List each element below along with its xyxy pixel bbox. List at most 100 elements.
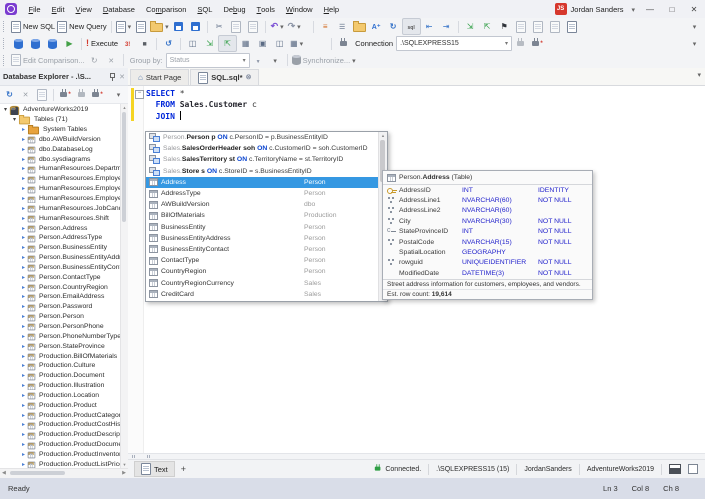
- scroll-down-icon[interactable]: ▼: [121, 462, 128, 467]
- new-query-button[interactable]: New Query: [56, 19, 108, 34]
- table-suggestion-item[interactable]: CountryRegionPerson: [146, 266, 387, 277]
- scrollbar-thumb[interactable]: [122, 112, 126, 222]
- new-window-button[interactable]: [564, 19, 581, 34]
- clear-bookmarks-button[interactable]: [547, 19, 564, 34]
- execute-button[interactable]: Execute: [85, 36, 119, 51]
- toolbar-drag-handle[interactable]: [3, 38, 6, 49]
- copy-button[interactable]: [228, 19, 245, 34]
- disconnect-button[interactable]: [512, 36, 529, 51]
- menu-item[interactable]: View: [70, 0, 97, 18]
- tree-expander-icon[interactable]: [20, 156, 27, 163]
- tree-expander-icon[interactable]: [20, 225, 27, 232]
- tree-item[interactable]: Person.PhoneNumberType: [0, 331, 128, 341]
- new-document-button[interactable]: [115, 19, 133, 34]
- tree-expander-icon[interactable]: [20, 274, 27, 281]
- redo-button[interactable]: [286, 19, 303, 34]
- tree-item[interactable]: Production.ProductCategory: [0, 410, 128, 420]
- tree-item[interactable]: Person.BusinessEntityContact: [0, 263, 128, 273]
- tree-expander-icon[interactable]: [20, 372, 27, 379]
- filter-options-button[interactable]: [267, 53, 284, 68]
- explorer-refresh-button[interactable]: [2, 88, 17, 101]
- chart-button[interactable]: [254, 36, 271, 51]
- sql-formatting-button[interactable]: [402, 18, 421, 35]
- tree-item[interactable]: Person.BusinessEntity: [0, 243, 128, 253]
- query-history-button[interactable]: [160, 36, 177, 51]
- cancel-comparison-button[interactable]: [103, 53, 120, 68]
- filter-button[interactable]: [250, 53, 267, 68]
- tree-expander-icon[interactable]: [20, 215, 27, 222]
- prev-bookmark-button[interactable]: [530, 19, 547, 34]
- user-avatar[interactable]: JS: [555, 3, 567, 15]
- pin-icon[interactable]: [108, 72, 116, 81]
- tab-list-caret-icon[interactable]: [697, 72, 701, 79]
- toolbar-drag-handle[interactable]: [3, 21, 6, 32]
- tree-expander-icon[interactable]: [20, 451, 27, 458]
- code-editor[interactable]: − SELECT * FROM Sales.Customer c JOIN Pe…: [128, 86, 705, 453]
- tree-item[interactable]: Person.CountryRegion: [0, 282, 128, 292]
- explorer-horizontal-scrollbar[interactable]: ◀ ▶: [0, 468, 128, 478]
- table-suggestion-item[interactable]: AddressTypePerson: [146, 188, 387, 199]
- database-sync-button[interactable]: [44, 36, 61, 51]
- tree-item[interactable]: Production.ProductListPriceHistory: [0, 459, 128, 468]
- explorer-delete-button[interactable]: [18, 88, 33, 101]
- tree-expander-icon[interactable]: [20, 382, 27, 389]
- tree-item[interactable]: HumanResources.JobCandidate: [0, 203, 128, 213]
- full-view-toggle[interactable]: [688, 460, 705, 478]
- menu-item[interactable]: SQL: [192, 0, 218, 18]
- maximize-button[interactable]: □: [661, 0, 683, 18]
- new-sql-button[interactable]: New SQL: [10, 19, 56, 34]
- pivot-table-button[interactable]: [237, 36, 254, 51]
- close-button[interactable]: ✕: [683, 0, 705, 18]
- server-name[interactable]: .\SQLEXPRESS15 (15): [429, 460, 516, 478]
- tree-item[interactable]: Production.Location: [0, 390, 128, 400]
- tree-item[interactable]: Person.ContactType: [0, 272, 128, 282]
- menu-item[interactable]: Tools: [251, 0, 280, 18]
- menu-item[interactable]: Database: [97, 0, 140, 18]
- tree-item[interactable]: HumanResources.Shift: [0, 213, 128, 223]
- tree-expander-icon[interactable]: [20, 234, 27, 241]
- tree-item[interactable]: Person.AddressType: [0, 233, 128, 243]
- join-suggestion-item[interactable]: Person.Person p ON c.PersonID = p.Busine…: [146, 132, 387, 143]
- text-view-tab[interactable]: Text: [134, 461, 175, 477]
- scroll-up-icon[interactable]: ▲: [379, 133, 387, 138]
- stop-button[interactable]: [136, 36, 153, 51]
- export-data-button[interactable]: [462, 19, 479, 34]
- toolbar-drag-handle[interactable]: [3, 55, 6, 66]
- commit-button[interactable]: [10, 36, 27, 51]
- close-panel-icon[interactable]: [119, 72, 125, 81]
- tab-start-page[interactable]: Start Page: [130, 69, 189, 85]
- table-suggestion-item[interactable]: BusinessEntityContactPerson: [146, 244, 387, 255]
- uppercase-button[interactable]: [368, 19, 385, 34]
- tree-item[interactable]: dbo.sysdiagrams: [0, 154, 128, 164]
- tree-expander-icon[interactable]: [20, 284, 27, 291]
- tree-expander-icon[interactable]: [20, 323, 27, 330]
- tree-item[interactable]: HumanResources.Department: [0, 164, 128, 174]
- window-layout-button[interactable]: [288, 36, 305, 51]
- table-suggestion-item[interactable]: BillOfMaterialsProduction: [146, 210, 387, 221]
- fold-marker-icon[interactable]: −: [135, 90, 144, 99]
- tree-item[interactable]: Production.Product: [0, 400, 128, 410]
- synchronize-button[interactable]: Synchronize...: [291, 53, 357, 68]
- tree-expander-icon[interactable]: [20, 254, 27, 261]
- snippets-button[interactable]: [351, 19, 368, 34]
- table-suggestion-item[interactable]: CountryRegionCurrencySales: [146, 277, 387, 288]
- menu-item[interactable]: Debug: [218, 0, 251, 18]
- tree-item[interactable]: AdventureWorks2019: [0, 105, 128, 115]
- menu-item[interactable]: Window: [280, 0, 318, 18]
- undo-button[interactable]: [269, 19, 286, 34]
- user-name[interactable]: Jordan Sanders: [571, 5, 624, 14]
- join-suggestion-item[interactable]: Sales.Store s ON c.StoreID = s.BusinessE…: [146, 166, 387, 177]
- tree-item[interactable]: Production.BillOfMaterials: [0, 351, 128, 361]
- save-all-button[interactable]: [187, 19, 204, 34]
- tree-item[interactable]: Person.Address: [0, 223, 128, 233]
- tree-item[interactable]: Production.ProductInventory: [0, 450, 128, 460]
- tree-item[interactable]: Production.ProductDescription: [0, 430, 128, 440]
- group-by-select[interactable]: Status▾: [166, 53, 250, 68]
- scroll-right-icon[interactable]: ▶: [122, 470, 126, 476]
- database-name[interactable]: AdventureWorks2019: [580, 460, 661, 478]
- tree-expander-icon[interactable]: [20, 421, 27, 428]
- tree-expander-icon[interactable]: [20, 293, 27, 300]
- user-menu-caret-icon[interactable]: [627, 5, 639, 14]
- tree-item[interactable]: Production.Document: [0, 371, 128, 381]
- tree-item[interactable]: Person.StateProvince: [0, 341, 128, 351]
